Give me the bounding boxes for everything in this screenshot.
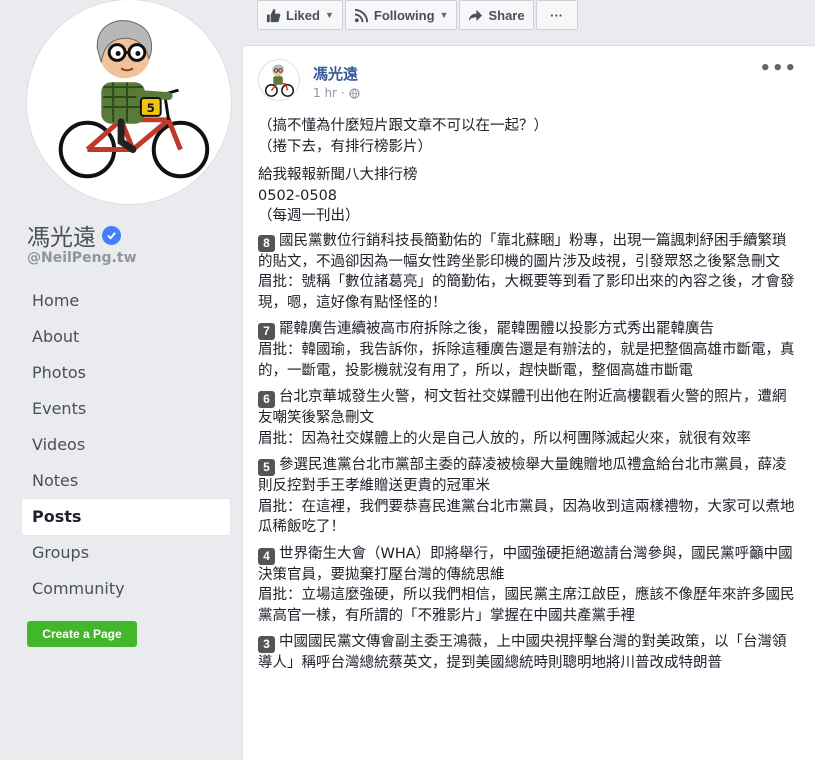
ranking-text: 中國國民黨文傳會副主委王鴻薇，上中國央視抨擊台灣的對美政策，以「台灣領導人」稱呼… — [258, 634, 787, 671]
nav-item-notes[interactable]: Notes — [22, 463, 230, 499]
post-intro-line: （搞不懂為什麼短片跟文章不可以在一起？） — [258, 118, 548, 134]
rank-badge: 5 — [258, 459, 275, 476]
create-page-button[interactable]: Create a Page — [27, 621, 137, 647]
post-meta: 1 hr · — [313, 86, 360, 100]
cyclist-cartoon-icon: 5 — [30, 3, 228, 201]
nav-item-posts[interactable]: Posts — [22, 499, 230, 535]
nav-item-community[interactable]: Community — [22, 571, 230, 607]
share-button[interactable]: Share — [459, 0, 534, 30]
ranking-item: 3 中國國民黨文傳會副主委王鴻薇，上中國央視抨擊台灣的對美政策，以「台灣領導人」稱… — [258, 632, 798, 674]
post-card: 馮光遠 1 hr · ••• （搞不懂為什麼短片跟文章不可以在一起？） （捲下去… — [242, 45, 815, 760]
cyclist-cartoon-icon — [259, 60, 299, 100]
following-label: Following — [373, 7, 435, 23]
left-column: 5 馮光遠 @NeilPeng.tw Home About Photos Eve… — [0, 0, 240, 760]
globe-icon — [348, 87, 360, 99]
ranking-item: 4 世界衛生大會（WHA）即將舉行，中國強硬拒絕邀請台灣參與，國民黨呼籲中國決策官… — [258, 544, 798, 627]
page-name-text: 馮光遠 — [27, 225, 96, 251]
svg-text:5: 5 — [147, 101, 155, 115]
following-button[interactable]: Following ▼ — [344, 0, 458, 30]
post-options-icon[interactable]: ••• — [759, 58, 797, 79]
post-heading-line: （每週一刊出） — [258, 208, 360, 224]
thumbs-up-icon — [266, 8, 281, 22]
share-label: Share — [488, 7, 525, 23]
nav-item-home[interactable]: Home — [22, 283, 230, 319]
ranking-comment: 眉批：因為社交媒體上的火是自己人放的，所以柯團隊滅起火來，就很有效率 — [258, 430, 751, 447]
rank-badge: 3 — [258, 636, 275, 653]
post-intro-line: （捲下去，有排行榜影片） — [258, 138, 432, 155]
ranking-text: 世界衛生大會（WHA）即將舉行，中國強硬拒絕邀請台灣參與，國民黨呼籲中國決策官員… — [258, 545, 793, 583]
liked-button[interactable]: Liked ▼ — [257, 0, 343, 30]
rank-badge: 7 — [258, 323, 275, 340]
ranking-comment: 眉批：立場這麼強硬，所以我們相信，國民黨主席江啟臣，應該不像歷年來許多國民黨高官… — [258, 587, 795, 624]
page-title[interactable]: 馮光遠 — [27, 218, 121, 252]
rank-badge: 6 — [258, 391, 275, 408]
post-body: （搞不懂為什麼短片跟文章不可以在一起？） （捲下去，有排行榜影片） 給我報報新聞… — [258, 116, 798, 680]
post-heading-line: 0502-0508 — [258, 187, 338, 204]
post-timestamp[interactable]: 1 hr · — [313, 86, 345, 100]
ranking-item: 8 國民黨數位行銷科技長簡勤佑的「靠北蘇睏」粉專，出現一篇諷刺紓困手續繁瑣的貼文，… — [258, 231, 798, 314]
more-options-button[interactable]: ··· — [535, 0, 578, 30]
ranking-text: 國民黨數位行銷科技長簡勤佑的「靠北蘇睏」粉專，出現一篇諷刺紓困手續繁瑣的貼文，不… — [258, 232, 787, 270]
chevron-down-icon: ▼ — [439, 10, 449, 20]
rss-icon — [354, 8, 368, 22]
nav-item-photos[interactable]: Photos — [22, 355, 230, 391]
ranking-text: 罷韓廣告連續被高市府拆除之後，罷韓團體以投影方式秀出罷韓廣告 — [279, 321, 714, 337]
nav-item-about[interactable]: About — [22, 319, 230, 355]
post-author-avatar[interactable] — [258, 59, 300, 101]
page-nav: Home About Photos Events Videos Notes Po… — [22, 283, 230, 607]
chevron-down-icon: ▼ — [324, 10, 334, 20]
page-action-bar: Liked ▼ Following ▼ Share ··· — [257, 0, 578, 30]
liked-label: Liked — [286, 7, 320, 23]
ranking-comment: 眉批：號稱「數位諸葛亮」的簡勤佑，大概要等到看了影印出來的內容之後，才會發現，嗯… — [258, 274, 795, 311]
nav-item-videos[interactable]: Videos — [22, 427, 230, 463]
rank-badge: 4 — [258, 547, 275, 565]
ranking-item: 7 罷韓廣告連續被高市府拆除之後，罷韓團體以投影方式秀出罷韓廣告 眉批：韓國瑜，我… — [258, 319, 798, 381]
post-heading-line: 給我報報新聞八大排行榜 — [258, 167, 418, 183]
rank-badge: 8 — [258, 234, 275, 252]
post-author-name[interactable]: 馮光遠 — [313, 63, 358, 84]
nav-item-events[interactable]: Events — [22, 391, 230, 427]
check-icon — [102, 225, 121, 245]
nav-item-groups[interactable]: Groups — [22, 535, 230, 571]
ranking-comment: 眉批：在這裡，我們要恭喜民進黨台北市黨員，因為收到這兩樣禮物，大家可以煮地瓜稀飯… — [258, 498, 795, 536]
share-arrow-icon — [469, 9, 483, 21]
ranking-item: 5 參選民進黨台北市黨部主委的薛凌被檢舉大量餽贈地瓜禮盒給台北市黨員，薛凌則反控對… — [258, 455, 798, 538]
page-handle[interactable]: @NeilPeng.tw — [27, 250, 137, 266]
profile-avatar[interactable]: 5 — [27, 0, 231, 204]
ranking-comment: 眉批：韓國瑜，我告訴你，拆除這種廣告還是有辦法的，就是把整個高雄市斷電，真的，一… — [258, 342, 795, 379]
ranking-text: 參選民進黨台北市黨部主委的薛凌被檢舉大量餽贈地瓜禮盒給台北市黨員，薛凌則反控對手… — [258, 457, 787, 494]
ranking-text: 台北京華城發生火警，柯文哲社交媒體刊出他在附近高樓觀看火警的照片，遭網友嘲笑後緊… — [258, 389, 787, 426]
ranking-item: 6 台北京華城發生火警，柯文哲社交媒體刊出他在附近高樓觀看火警的照片，遭網友嘲笑後… — [258, 387, 798, 449]
